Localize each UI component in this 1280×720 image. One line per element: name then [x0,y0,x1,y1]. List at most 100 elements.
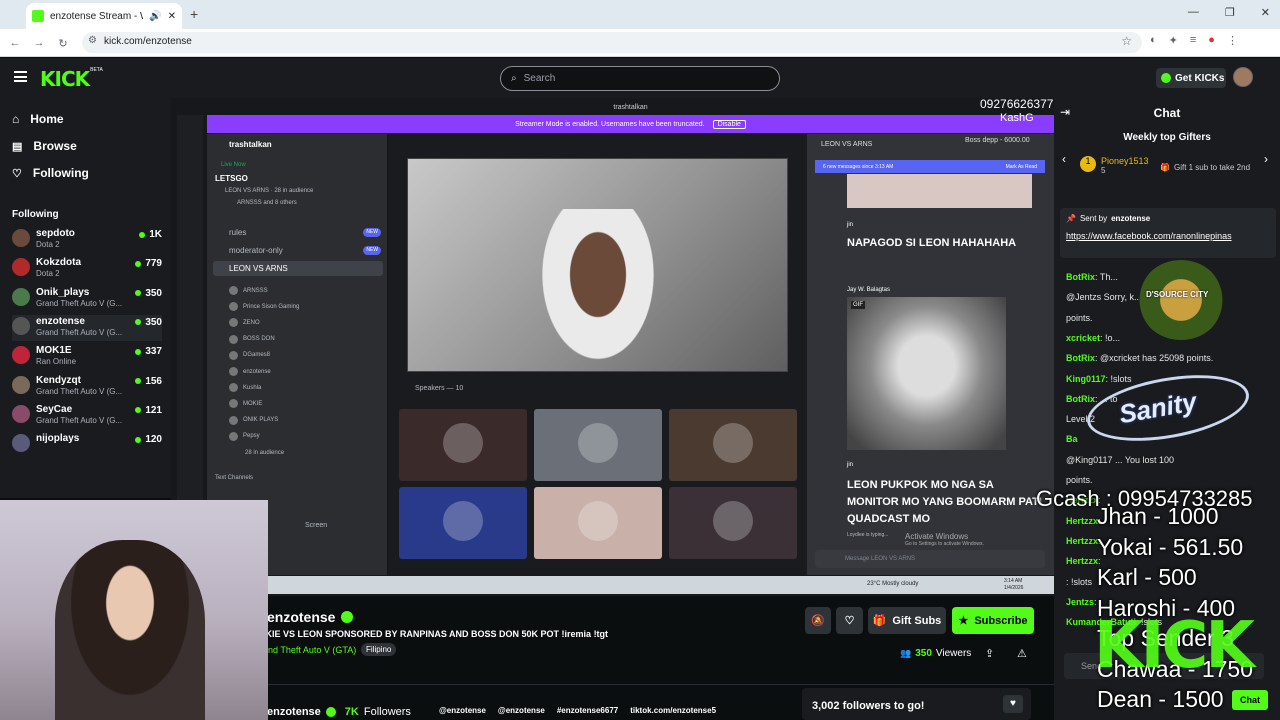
pinned-link[interactable]: https://www.facebook.com/ranonlinepinas [1066,230,1256,242]
language-tag[interactable]: Filipino [361,643,397,656]
new-tab-button[interactable]: + [190,6,198,22]
weekly-gifters-title: Weekly top Gifters [1123,132,1211,143]
window-restore-icon[interactable]: ❐ [1225,6,1235,19]
subscribe-button[interactable]: ★ Subscribe [952,607,1034,634]
notifications-button[interactable]: 🔕 [805,607,831,634]
forward-icon[interactable]: → [30,34,48,52]
back-icon[interactable]: ← [6,34,24,52]
voice-member[interactable]: enzotense [229,367,271,376]
voice-member[interactable]: MOKIE [229,399,262,409]
tab-title: enzotense Stream - Watch L [50,10,143,22]
chat-username[interactable]: King0117 [1066,374,1106,384]
chat-username[interactable]: Hertzzx [1066,516,1098,526]
profile-extension-icon[interactable]: ● [1208,34,1215,47]
channel-info: enzotense MOKIE VS LEON SPONSORED BY RAN… [171,596,1054,720]
share-icon[interactable]: ⇪ [985,647,994,660]
discord-message-input[interactable]: Message LEON VS ARNS [815,550,1045,568]
speaker-tile[interactable] [534,409,662,481]
following-item[interactable]: nijoplays 120 [12,432,162,458]
gift-subs-button[interactable]: 🎁 Gift Subs [868,607,946,634]
speaker-tile[interactable] [669,409,797,481]
extensions-puzzle-icon[interactable]: ✦ [1169,34,1178,47]
bookmark-star-icon[interactable]: ☆ [1121,34,1132,48]
voice-member[interactable]: BOSS DON [229,334,275,344]
discord-server-name[interactable]: trashtalkan [229,140,272,149]
user-avatar[interactable] [1233,67,1253,87]
main-video-tile[interactable] [407,158,788,373]
tab-audio-icon[interactable]: 🔊 [149,11,161,22]
member-avatar [229,318,238,328]
chat-send-button[interactable]: Chat [1232,690,1268,710]
channel-rules[interactable]: rules NEW [215,228,381,237]
webcam-person-image [55,540,205,720]
goal-heart-icon[interactable]: ♥ [1003,695,1023,713]
prev-arrow-icon[interactable]: ‹ [1062,152,1066,166]
chat-username[interactable]: BotRix [1066,353,1095,363]
follow-button[interactable]: ♡ [836,607,863,634]
following-item[interactable]: MOK1E Ran Online 337 [12,344,162,370]
chat-username[interactable]: Jentzs [1066,597,1094,607]
voice-member[interactable]: Kushla [229,383,261,393]
following-item[interactable]: SeyCae Grand Theft Auto V (G... 121 [12,403,162,429]
nav-browse[interactable]: ▤ Browse [12,139,77,153]
chat-message: points. [1066,475,1093,485]
voice-member[interactable]: Prince Sison Gaming [229,302,299,312]
site-info-icon[interactable]: ⚙ [88,35,97,46]
discord-link[interactable]: #enzotense6677 [557,706,618,715]
disable-button[interactable]: Disable [712,119,746,129]
browser-menu-icon[interactable]: ⋮ [1227,34,1238,47]
kick-logo[interactable]: KICK BETA [40,67,103,91]
chat-username[interactable]: BotRix [1066,272,1095,282]
pinned-message[interactable]: 📌 Sent by enzotense https://www.facebook… [1060,208,1276,258]
get-kicks-button[interactable]: Get KICKs [1156,68,1226,88]
next-arrow-icon[interactable]: › [1264,152,1268,166]
voice-member[interactable]: DGames8 [229,350,270,360]
following-item[interactable]: Kokzdota Dota 2 779 [12,256,162,282]
channel-name[interactable]: enzotense [267,609,354,625]
speaker-tile[interactable] [399,487,527,559]
address-bar[interactable]: ⚙ kick.com/enzotense ☆ [82,32,1142,53]
channel-avatar [12,375,30,394]
category-link[interactable]: Grand Theft Auto V (GTA) [253,645,356,655]
browser-tab[interactable]: enzotense Stream - Watch L 🔊 ✕ [26,3,182,29]
extension-icon[interactable]: ◐ [1150,34,1157,47]
voice-member[interactable]: ARNSSS [229,286,268,295]
new-messages-bar[interactable]: 6 new messages since 3:13 AM Mark As Rea… [815,160,1045,173]
viewer-count: 👥 350 Viewers [900,648,972,659]
following-item[interactable]: sepdoto Dota 2 1K [12,227,162,253]
following-item[interactable]: Onik_plays Grand Theft Auto V (G... 350 [12,286,162,312]
speaker-tile[interactable] [534,487,662,559]
reading-list-icon[interactable]: ≡ [1190,34,1196,47]
chat-username[interactable]: Hertzzx [1066,536,1098,546]
following-item[interactable]: Kendyzqt Grand Theft Auto V (G... 156 [12,374,162,400]
window-minimize-icon[interactable]: — [1188,6,1199,19]
hamburger-menu-icon[interactable] [14,71,27,82]
tab-close-icon[interactable]: ✕ [168,11,176,22]
voice-member[interactable]: ZENO [229,318,260,328]
chat-username[interactable]: BotRix [1066,394,1095,404]
instagram-link[interactable]: @enzotense [498,706,545,715]
reload-icon[interactable]: ↻ [54,34,72,52]
voice-member[interactable]: ONIK PLAYS [229,415,278,425]
report-icon[interactable]: ⚠ [1017,647,1027,660]
nav-home[interactable]: ⌂ Home [12,112,64,126]
chat-message: points. [1066,313,1093,323]
chat-text: @King0117 ... You lost 100 [1066,454,1175,465]
chat-username[interactable]: xcricket [1066,333,1100,343]
gift-prompt[interactable]: 🎁 Gift 1 sub to take 2nd [1160,163,1250,172]
tiktok-link[interactable]: tiktok.com/enzotense5 [630,706,716,715]
chat-username[interactable]: Hertzzx [1066,556,1098,566]
channel-voice-leon-vs-arns[interactable]: LEON VS ARNS [213,261,383,276]
speaker-tile[interactable] [399,409,527,481]
speaker-tile[interactable] [669,487,797,559]
top-gifter[interactable]: 1 Pioney1513 5 [1080,156,1149,175]
voice-member[interactable]: Pepsy [229,431,260,441]
chat-username[interactable]: Ba [1066,434,1078,444]
screen-share-button[interactable]: Screen [305,522,327,529]
window-close-icon[interactable]: ✕ [1261,6,1270,19]
facebook-link[interactable]: @enzotense [439,706,486,715]
nav-following[interactable]: ♡ Following [12,166,89,180]
search-input[interactable]: ⌕ Search [500,66,780,91]
following-item[interactable]: enzotense Grand Theft Auto V (G... 350 [12,314,162,341]
channel-moderator-only[interactable]: moderator-only NEW [215,246,381,255]
